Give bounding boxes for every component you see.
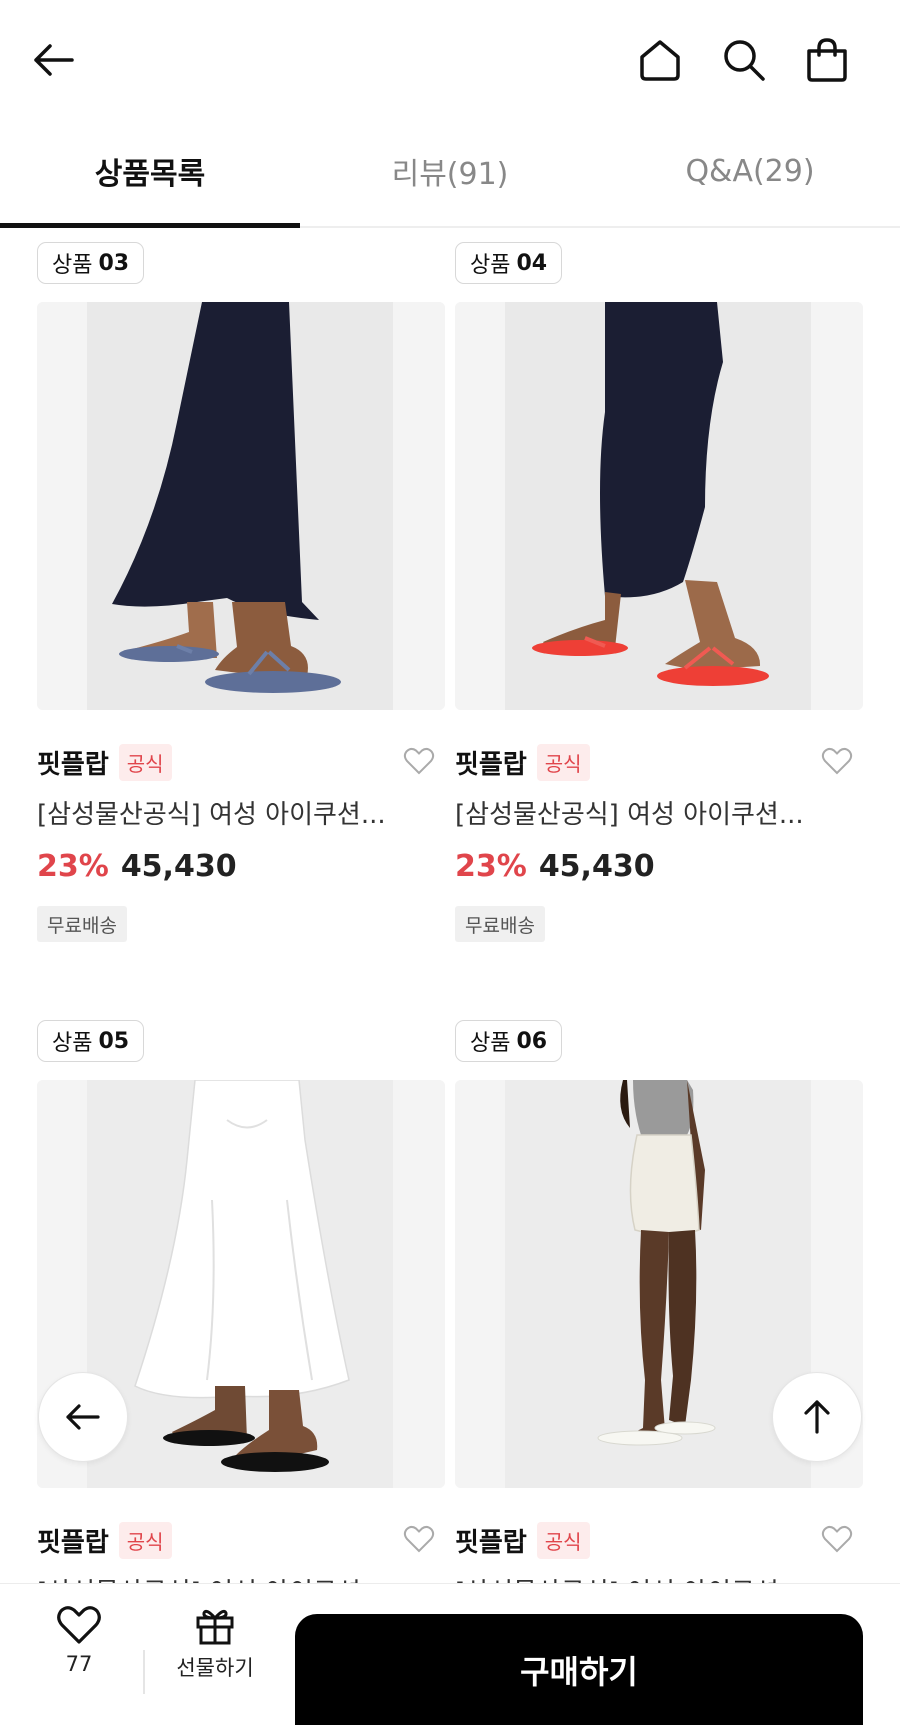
official-badge: 공식 (118, 743, 172, 781)
wishlist-heart-icon[interactable] (403, 1524, 435, 1558)
product-card[interactable]: 상품06 핏플랍 공식 [삼성물산공식] 여성 아이쿠션... (455, 1020, 863, 1608)
like-count: 77 (65, 1652, 93, 1676)
wishlist-heart-icon[interactable] (821, 1524, 853, 1558)
free-shipping-tag: 무료배송 (37, 906, 127, 942)
badge-number: 04 (516, 250, 548, 276)
top-header (0, 0, 900, 118)
tab-reviews[interactable]: 리뷰(91) (300, 132, 600, 210)
product-title[interactable]: [삼성물산공식] 여성 아이쿠션... (37, 794, 445, 831)
previous-button[interactable] (38, 1372, 128, 1462)
brand-row: 핏플랍 공식 (37, 1520, 445, 1560)
product-number-badge: 상품 05 (37, 1020, 145, 1062)
badge-number: 06 (516, 1028, 548, 1054)
like-button[interactable]: 77 (40, 1604, 118, 1704)
product-image[interactable] (455, 302, 863, 710)
product-number-badge: 상품 04 (455, 242, 563, 284)
product-card[interactable]: 상품 03 핏플랍 공식 [삼성물산공식] 여성 아이쿠션... 23% 45,4… (37, 242, 445, 962)
wishlist-heart-icon[interactable] (821, 746, 853, 780)
badge-label: 상품 (470, 1031, 511, 1056)
cart-button[interactable] (795, 28, 859, 92)
gift-icon (196, 1609, 234, 1645)
gift-button[interactable]: 선물하기 (160, 1604, 270, 1704)
arrow-left-icon (34, 44, 74, 76)
official-badge: 공식 (536, 1521, 590, 1559)
sale-price: 45,430 (120, 848, 237, 884)
buy-button[interactable]: 구매하기 (295, 1614, 863, 1725)
arrow-left-icon (66, 1404, 100, 1430)
badge-label: 상품 (52, 1031, 93, 1056)
active-tab-indicator (0, 223, 300, 228)
tab-product-list[interactable]: 상품목록 (0, 132, 300, 210)
price-row: 23% 45,430 (455, 846, 655, 886)
tab-bar: 상품목록 리뷰(91) Q&A(29) (0, 132, 900, 228)
home-icon (640, 40, 680, 81)
back-button[interactable] (22, 28, 86, 92)
brand-row: 핏플랍 공식 (37, 742, 445, 782)
brand-row: 핏플랍 공식 (455, 1520, 863, 1560)
badge-label: 상품 (470, 253, 511, 278)
brand-row: 핏플랍 공식 (455, 742, 863, 782)
product-number-badge: 상품 06 (455, 1020, 563, 1062)
brand-name[interactable]: 핏플랍 (455, 744, 527, 781)
scroll-to-top-button[interactable] (772, 1372, 862, 1462)
brand-name[interactable]: 핏플랍 (37, 744, 109, 781)
price-row: 23% 45,430 (37, 846, 237, 886)
discount-rate: 23% (455, 848, 527, 884)
wishlist-heart-icon[interactable] (403, 746, 435, 780)
brand-name[interactable]: 핏플랍 (37, 1522, 109, 1559)
badge-number: 03 (98, 250, 130, 276)
heart-icon (57, 1606, 101, 1644)
bottom-action-bar: 77 선물하기 구매하기 (0, 1583, 900, 1725)
divider (143, 1650, 145, 1694)
discount-rate: 23% (37, 848, 109, 884)
official-badge: 공식 (118, 1521, 172, 1559)
sale-price: 45,430 (538, 848, 655, 884)
badge-number: 05 (98, 1028, 130, 1054)
brand-name[interactable]: 핏플랍 (455, 1522, 527, 1559)
search-button[interactable] (712, 28, 776, 92)
product-number-badge: 상품 03 (37, 242, 145, 284)
official-badge: 공식 (536, 743, 590, 781)
product-image[interactable] (37, 302, 445, 710)
product-card[interactable]: 상품 04 핏플랍 공식 [삼성물산공식] 여성 아이쿠션... 23% 45,4… (455, 242, 863, 962)
search-icon (724, 40, 765, 81)
shopping-bag-icon (807, 38, 847, 82)
arrow-up-icon (804, 1400, 830, 1434)
product-card[interactable]: 상품05 핏플랍 공식 [삼성물산공식] 여성 아이쿠션... (37, 1020, 445, 1608)
home-button[interactable] (628, 28, 692, 92)
free-shipping-tag: 무료배송 (455, 906, 545, 942)
product-title[interactable]: [삼성물산공식] 여성 아이쿠션... (455, 794, 863, 831)
tab-qna[interactable]: Q&A(29) (600, 132, 900, 210)
gift-label: 선물하기 (176, 1656, 254, 1680)
badge-label: 상품 (52, 253, 93, 278)
